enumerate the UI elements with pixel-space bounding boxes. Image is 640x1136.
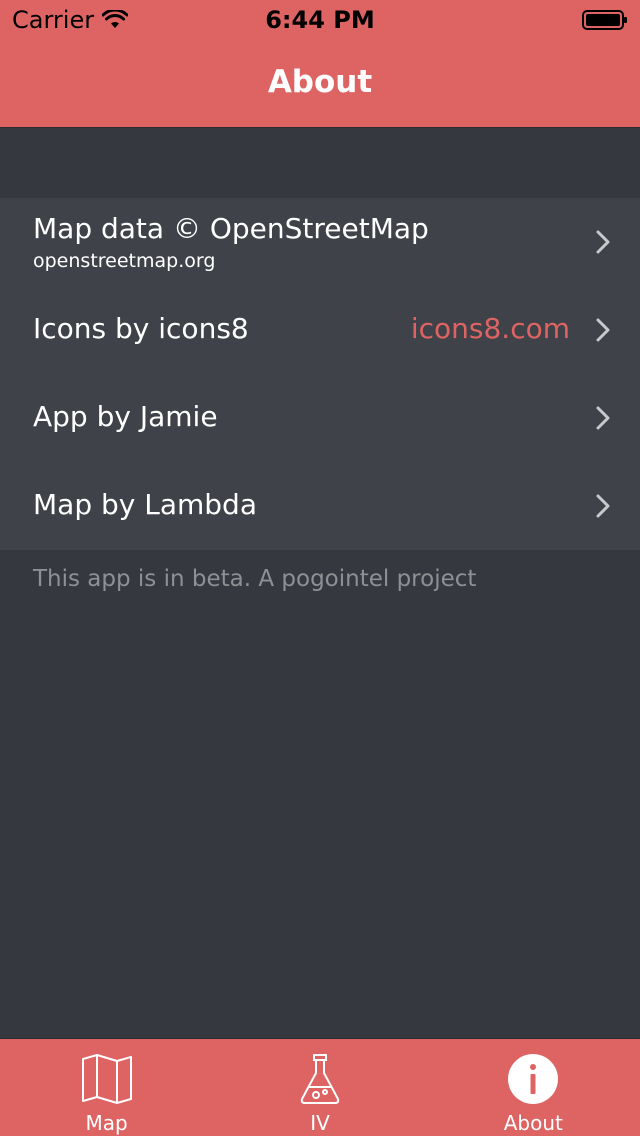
- row-title: Map data © OpenStreetMap: [33, 212, 429, 245]
- row-title: App by Jamie: [33, 400, 218, 433]
- navigation-bar: Carrier 6:44 PM About: [0, 0, 640, 128]
- chevron-right-icon: [596, 494, 610, 518]
- page-title: About: [267, 64, 373, 100]
- tab-label: About: [503, 1111, 563, 1135]
- row-subtitle: openstreetmap.org: [33, 250, 216, 272]
- row-title: Map by Lambda: [33, 488, 257, 521]
- row-title: Icons by icons8: [33, 312, 249, 345]
- chevron-right-icon: [596, 318, 610, 342]
- tab-iv[interactable]: IV: [213, 1039, 426, 1136]
- battery-icon: [582, 10, 627, 30]
- row-openstreetmap[interactable]: Map data © OpenStreetMap openstreetmap.o…: [0, 198, 640, 286]
- info-icon: [508, 1054, 559, 1104]
- table-footer-note: This app is in beta. A pogointel project: [33, 566, 477, 592]
- about-screen: Carrier 6:44 PM About Map data © OpenStr…: [0, 0, 640, 1136]
- map-icon: [81, 1054, 132, 1104]
- tab-about[interactable]: About: [427, 1039, 640, 1136]
- about-table: Map data © OpenStreetMap openstreetmap.o…: [0, 198, 640, 550]
- tab-bar: Map IV About: [0, 1038, 640, 1136]
- row-icons8[interactable]: Icons by icons8 icons8.com: [0, 286, 640, 374]
- status-time: 6:44 PM: [265, 6, 375, 34]
- row-detail-link[interactable]: icons8.com: [411, 312, 570, 345]
- flask-icon: [300, 1054, 340, 1104]
- row-app-by-jamie[interactable]: App by Jamie: [0, 374, 640, 462]
- row-map-by-lambda[interactable]: Map by Lambda: [0, 462, 640, 550]
- tab-map[interactable]: Map: [0, 1039, 213, 1136]
- chevron-right-icon: [596, 230, 610, 254]
- tab-label: Map: [85, 1111, 128, 1135]
- tab-label: IV: [310, 1111, 330, 1135]
- chevron-right-icon: [596, 406, 610, 430]
